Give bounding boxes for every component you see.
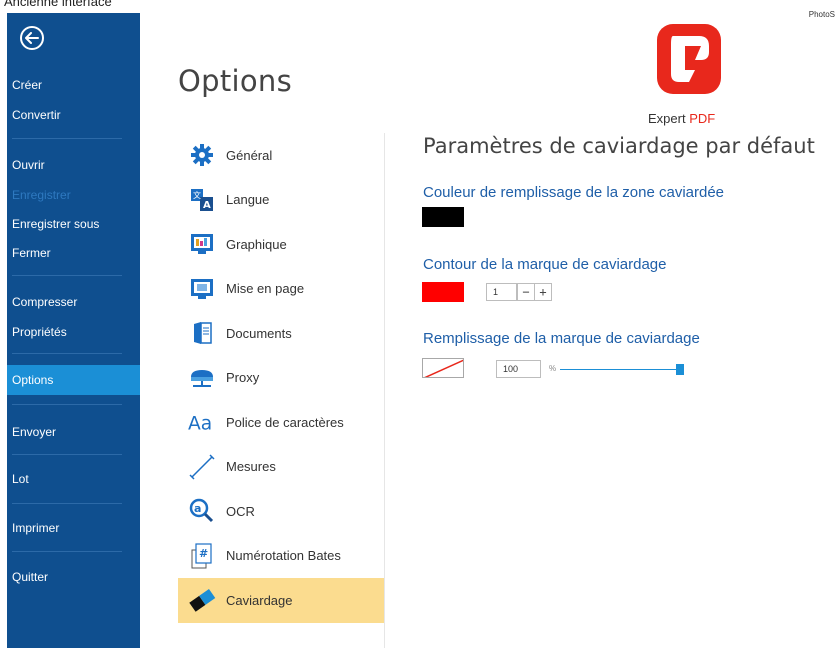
category-item-fonts[interactable]: Aa Police de caractères [178, 400, 384, 445]
sidebar-divider [12, 353, 122, 354]
opacity-input[interactable]: 100 [496, 360, 541, 378]
ocr-icon: a [188, 498, 216, 524]
eraser-icon [188, 587, 216, 613]
measure-icon [188, 454, 216, 480]
proxy-icon [188, 365, 216, 391]
page-title: Options [178, 64, 292, 98]
sidebar-item-close[interactable]: Fermer [7, 238, 140, 268]
layout-icon [188, 276, 216, 302]
category-item-measures[interactable]: Mesures [178, 445, 384, 490]
category-item-general[interactable]: Général [178, 133, 384, 178]
fill-color-label: Couleur de remplissage de la zone caviar… [423, 184, 725, 201]
opacity-slider-track[interactable] [560, 369, 680, 370]
category-label: Général [226, 147, 273, 163]
category-label: OCR [226, 503, 255, 519]
category-item-proxy[interactable]: Proxy [178, 356, 384, 401]
percent-unit: % [549, 364, 557, 373]
category-item-layout[interactable]: Mise en page [178, 267, 384, 312]
sidebar-item-save-as[interactable]: Enregistrer sous [7, 209, 140, 239]
sidebar-divider [12, 138, 122, 139]
category-label: Mesures [226, 459, 276, 475]
category-label: Police de caractères [226, 414, 344, 430]
sidebar-divider [12, 275, 122, 276]
sidebar-item-compress[interactable]: Compresser [7, 287, 140, 317]
category-label: Documents [226, 325, 292, 341]
language-icon: 文 A [188, 187, 216, 213]
category-item-language[interactable]: 文 A Langue [178, 178, 384, 223]
decrement-button[interactable]: − [517, 284, 534, 300]
sidebar-item-batch[interactable]: Lot [7, 464, 140, 494]
svg-text:#: # [199, 547, 208, 560]
category-item-graphics[interactable]: Graphique [178, 222, 384, 267]
caption-label-right: PhotoS [808, 10, 835, 19]
outline-color-swatch[interactable] [422, 282, 464, 302]
back-button[interactable] [20, 26, 44, 50]
svg-text:A: A [203, 200, 211, 211]
no-fill-icon [424, 359, 463, 377]
sidebar-item-convert[interactable]: Convertir [7, 100, 140, 130]
category-label: Graphique [226, 236, 287, 252]
graphics-icon [188, 231, 216, 257]
documents-icon [188, 320, 216, 346]
sidebar-item-print[interactable]: Imprimer [7, 513, 140, 543]
category-label: Langue [226, 192, 270, 208]
backstage-sidebar: Créer Convertir Ouvrir Enregistrer Enreg… [7, 13, 140, 648]
category-item-ocr[interactable]: a OCR [178, 489, 384, 534]
sidebar-item-open[interactable]: Ouvrir [7, 150, 140, 180]
mark-fill-label: Remplissage de la marque de caviardage [423, 330, 700, 347]
options-category-list: Général 文 A Langue Graphique Mise en pag… [178, 133, 384, 623]
font-icon: Aa [188, 409, 216, 435]
logo-text-plain: Expert [648, 111, 690, 126]
category-label: Mise en page [226, 281, 305, 297]
outline-color-label: Contour de la marque de caviardage [423, 256, 667, 273]
sidebar-item-save: Enregistrer [12, 188, 71, 202]
category-item-bates[interactable]: # Numérotation Bates [178, 534, 384, 579]
sidebar-item-quit[interactable]: Quitter [7, 562, 140, 592]
mark-fill-swatch[interactable] [422, 358, 464, 378]
sidebar-divider [12, 454, 122, 455]
logo-wordmark: Expert PDF [648, 111, 715, 126]
svg-text:a: a [194, 502, 201, 515]
category-label: Numérotation Bates [226, 548, 341, 564]
category-label: Proxy [226, 370, 260, 386]
increment-button[interactable]: + [534, 284, 551, 300]
logo-text-accent: PDF [689, 111, 716, 126]
sidebar-divider [12, 551, 122, 552]
sidebar-item-create[interactable]: Créer [7, 70, 140, 100]
opacity-slider-handle[interactable] [676, 364, 684, 375]
svg-text:Aa: Aa [188, 414, 212, 435]
category-label: Caviardage [226, 592, 293, 608]
sidebar-divider [12, 503, 122, 504]
sidebar-item-options[interactable]: Options [7, 365, 140, 395]
outline-width-stepper: − + [517, 283, 552, 301]
back-arrow-icon [25, 32, 39, 44]
sidebar-item-send[interactable]: Envoyer [7, 417, 140, 447]
outline-width-input[interactable]: 1 [486, 283, 517, 301]
svg-text:文: 文 [193, 190, 201, 200]
gear-icon [188, 142, 216, 168]
category-item-redaction[interactable]: Caviardage [178, 578, 384, 623]
sidebar-item-properties[interactable]: Propriétés [7, 317, 140, 347]
fill-color-swatch[interactable] [422, 207, 464, 227]
caption-label: Ancienne interface [4, 0, 112, 9]
panel-divider [384, 133, 385, 648]
category-item-documents[interactable]: Documents [178, 311, 384, 356]
sidebar-divider [12, 404, 122, 405]
section-title: Paramètres de caviardage par défaut [423, 134, 815, 158]
expert-pdf-logo [657, 24, 721, 94]
bates-icon: # [188, 543, 216, 569]
